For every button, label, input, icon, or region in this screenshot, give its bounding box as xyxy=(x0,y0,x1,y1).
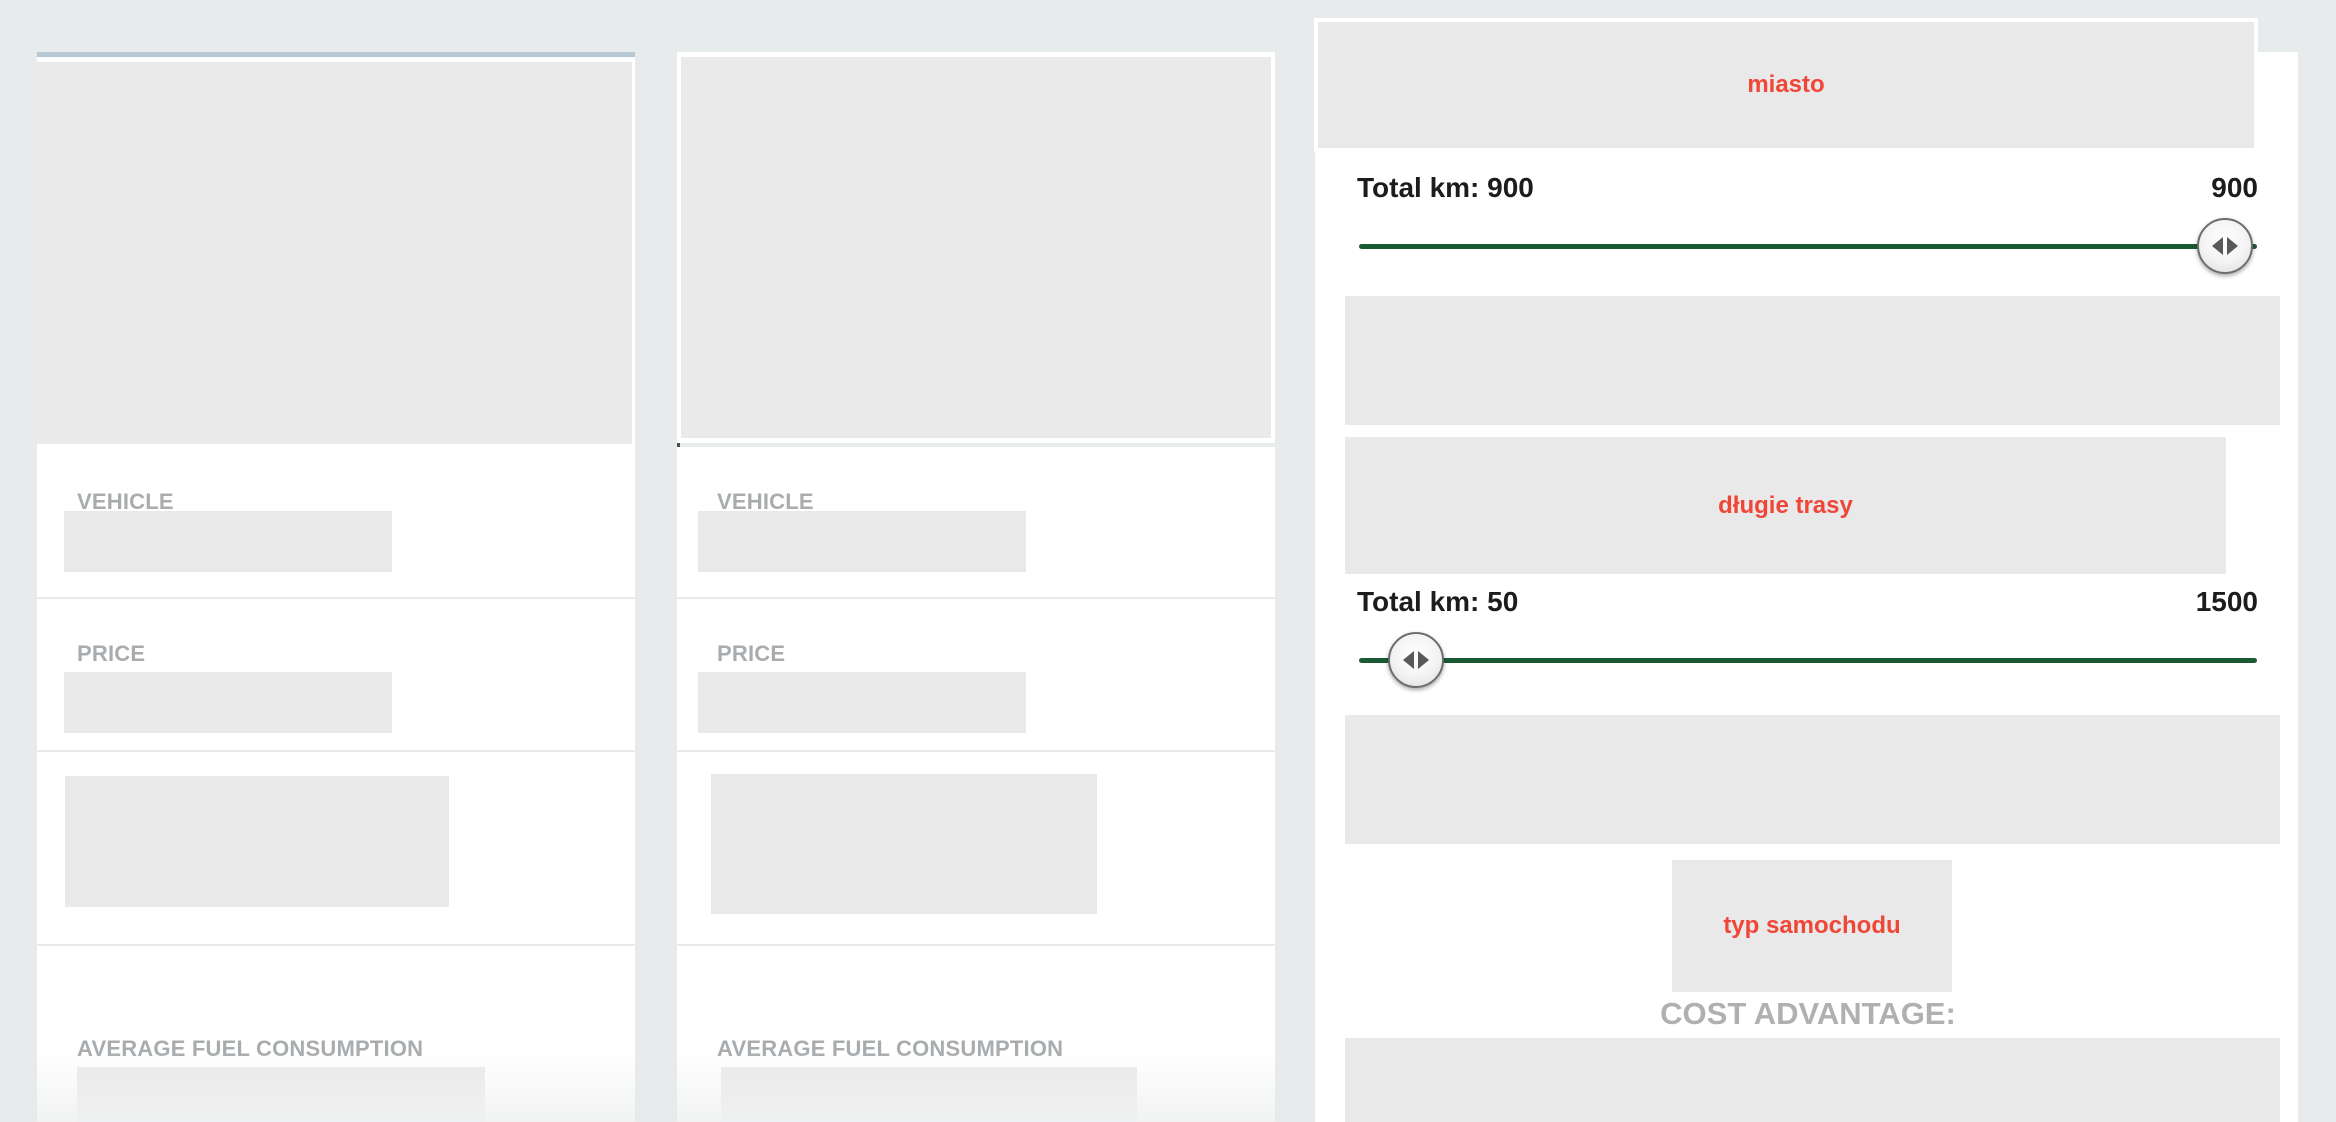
vehicle-select[interactable] xyxy=(698,511,1026,572)
long-routes-tag: długie trasy xyxy=(1345,437,2226,574)
divider xyxy=(677,944,1275,946)
divider xyxy=(677,750,1275,752)
routes-km-max: 1500 xyxy=(2195,586,2258,617)
cost-advantage-placeholder xyxy=(1345,1038,2280,1122)
price-field[interactable] xyxy=(698,672,1026,733)
left-right-arrows-icon xyxy=(2199,220,2251,272)
routes-slider-handle[interactable] xyxy=(1388,632,1444,688)
fuel-consumption-label: AVERAGE FUEL CONSUMPTION xyxy=(717,1036,1064,1061)
vehicle-select[interactable] xyxy=(64,511,392,572)
divider xyxy=(37,944,635,946)
city-km-label: Total km: 900 xyxy=(1357,172,1534,203)
city-km-max: 900 xyxy=(2211,172,2258,203)
fuel-consumption-field[interactable] xyxy=(717,1063,1141,1122)
price-field[interactable] xyxy=(64,672,392,733)
divider xyxy=(37,597,635,599)
divider xyxy=(677,597,1275,599)
placeholder-block xyxy=(1345,296,2280,425)
option-placeholder[interactable] xyxy=(711,774,1097,914)
calculator-page: VEHICLE PRICE AVERAGE FUEL CONSUMPTION V… xyxy=(0,0,2336,1122)
price-label: PRICE xyxy=(77,641,146,666)
price-label: PRICE xyxy=(717,641,786,666)
divider xyxy=(37,750,635,752)
placeholder-block xyxy=(1345,715,2280,844)
vehicle-image-placeholder[interactable] xyxy=(677,52,1275,443)
fuel-consumption-label: AVERAGE FUEL CONSUMPTION xyxy=(77,1036,424,1061)
city-slider-track[interactable] xyxy=(1359,244,2257,249)
option-placeholder[interactable] xyxy=(65,776,449,907)
routes-km-label: Total km: 50 xyxy=(1357,586,1519,617)
vehicle-image-placeholder[interactable] xyxy=(37,57,635,449)
vehicle-column-2: VEHICLE PRICE AVERAGE FUEL CONSUMPTION xyxy=(677,52,1275,1122)
city-tag: miasto xyxy=(1314,18,2258,152)
left-right-arrows-icon xyxy=(1390,634,1442,686)
city-slider-handle[interactable] xyxy=(2197,218,2253,274)
cost-advantage-title: COST ADVANTAGE: xyxy=(1660,996,1956,1031)
routes-slider-track[interactable] xyxy=(1359,658,2257,663)
vehicle-column-1: VEHICLE PRICE AVERAGE FUEL CONSUMPTION xyxy=(37,52,635,1122)
car-type-tag: typ samochodu xyxy=(1672,860,1952,992)
fuel-consumption-field[interactable] xyxy=(73,1063,489,1122)
